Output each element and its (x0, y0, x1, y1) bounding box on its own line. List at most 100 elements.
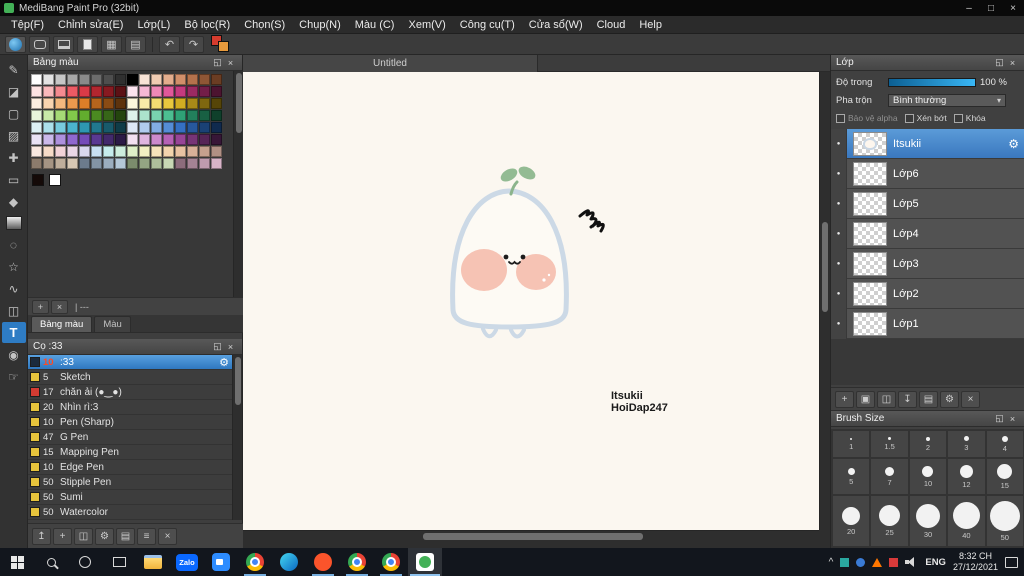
menu-item[interactable]: Cửa sổ(W) (522, 19, 590, 31)
color-swatch[interactable] (103, 122, 114, 133)
color-swatch[interactable] (103, 98, 114, 109)
color-swatch[interactable] (103, 74, 114, 85)
taskbar-medibang[interactable] (408, 548, 442, 576)
color-swatch[interactable] (199, 74, 210, 85)
eyedropper-tool[interactable]: ◉ (2, 344, 26, 365)
select-rect-tool[interactable]: ▢ (2, 103, 26, 124)
close-button[interactable]: × (1002, 0, 1024, 16)
layer-visibility-icon[interactable]: ● (831, 159, 847, 189)
color-swatch[interactable] (31, 134, 42, 145)
color-swatch[interactable] (67, 146, 78, 157)
color-swatch[interactable] (127, 146, 138, 157)
taskbar-edge[interactable] (272, 548, 306, 576)
menu-item[interactable]: Bộ lọc(R) (177, 19, 237, 31)
opacity-slider[interactable] (888, 78, 976, 87)
taskbar-brave[interactable] (306, 548, 340, 576)
upload-brush-icon[interactable]: ↥ (32, 528, 51, 545)
color-swatch[interactable] (67, 122, 78, 133)
color-swatch[interactable] (31, 146, 42, 157)
tray-chevron-up-icon[interactable]: ^ (829, 557, 834, 568)
color-swatch[interactable] (211, 158, 222, 169)
color-swatch[interactable] (103, 110, 114, 121)
brush-item[interactable]: 50Sumi (28, 490, 233, 505)
vlc-icon[interactable] (872, 558, 882, 567)
color-swatch[interactable] (79, 122, 90, 133)
color-swatch[interactable] (163, 122, 174, 133)
magic-wand-tool[interactable]: ☆ (2, 256, 26, 277)
color-swatch[interactable] (43, 134, 54, 145)
color-swatch[interactable] (103, 86, 114, 97)
chat-bubble-icon[interactable] (29, 36, 50, 53)
color-swatch[interactable] (79, 134, 90, 145)
color-swatch[interactable] (175, 110, 186, 121)
color-swatch[interactable] (139, 134, 150, 145)
layer-settings-icon[interactable]: ⚙ (940, 391, 959, 408)
color-swatch[interactable] (103, 134, 114, 145)
brush-size-option[interactable]: 15 (987, 459, 1023, 494)
color-swatch[interactable] (211, 98, 222, 109)
color-swatch[interactable] (175, 134, 186, 145)
taskbar-chrome-3[interactable] (374, 548, 408, 576)
brush-settings-icon[interactable]: ⚙ (95, 528, 114, 545)
color-wheel-icon[interactable] (5, 36, 26, 53)
bg-color-swatch[interactable] (218, 41, 229, 52)
text-tool[interactable]: T (2, 322, 26, 343)
color-swatch[interactable] (43, 158, 54, 169)
color-swatch[interactable] (31, 158, 42, 169)
color-swatch[interactable] (151, 74, 162, 85)
color-swatch[interactable] (187, 146, 198, 157)
close-panel-icon[interactable]: × (1006, 414, 1019, 424)
color-swatch[interactable] (31, 98, 42, 109)
color-swatch[interactable] (91, 122, 102, 133)
color-swatch[interactable] (187, 158, 198, 169)
color-swatch[interactable] (187, 98, 198, 109)
color-swatch[interactable] (103, 158, 114, 169)
popout-icon[interactable]: ◱ (993, 57, 1006, 68)
taskbar-chrome-2[interactable] (340, 548, 374, 576)
brush-size-option[interactable]: 25 (871, 496, 907, 546)
layer-folder-icon[interactable]: ▤ (919, 391, 938, 408)
shape-brush-tool[interactable]: ▭ (2, 169, 26, 190)
new-layer-icon[interactable]: + (835, 391, 854, 408)
color-swatch[interactable] (43, 110, 54, 121)
color-swatch[interactable] (67, 74, 78, 85)
brush-size-option[interactable]: 10 (910, 459, 946, 494)
color-swatch[interactable] (79, 158, 90, 169)
color-swatch[interactable] (67, 110, 78, 121)
color-swatch[interactable] (91, 110, 102, 121)
brush-size-option[interactable]: 7 (871, 459, 907, 494)
color-swatch[interactable] (175, 158, 186, 169)
color-swatch[interactable] (79, 110, 90, 121)
color-swatch[interactable] (127, 134, 138, 145)
color-swatch[interactable] (43, 86, 54, 97)
add-brush-icon[interactable]: + (53, 528, 72, 545)
canvas-page[interactable]: Itsukii HoiDap247 (243, 72, 819, 530)
color-swatch[interactable] (187, 110, 198, 121)
new-folder-icon[interactable]: ▣ (856, 391, 875, 408)
brush-folder-icon[interactable]: ▤ (116, 528, 135, 545)
color-swatch[interactable] (127, 122, 138, 133)
color-swatch[interactable] (55, 74, 66, 85)
language-indicator[interactable]: ENG (925, 557, 946, 568)
taskbar-zalo[interactable]: Zalo (170, 548, 204, 576)
color-swatch[interactable] (211, 134, 222, 145)
palette-tab[interactable]: Bảng màu (31, 316, 92, 332)
layer-visibility-icon[interactable]: ● (831, 279, 847, 309)
blend-mode-select[interactable]: Bình thường ▾ (888, 94, 1006, 107)
color-swatch[interactable] (115, 146, 126, 157)
color-swatch[interactable] (163, 158, 174, 169)
color-swatch[interactable] (199, 134, 210, 145)
color-swatch[interactable] (151, 86, 162, 97)
color-swatch[interactable] (55, 158, 66, 169)
color-swatch[interactable] (43, 74, 54, 85)
layer-row[interactable]: ●Lớp5 (831, 189, 1024, 219)
color-swatch[interactable] (151, 110, 162, 121)
color-swatch[interactable] (67, 98, 78, 109)
color-swatch[interactable] (55, 146, 66, 157)
color-swatch[interactable] (55, 98, 66, 109)
redo-button[interactable]: ↷ (183, 36, 204, 53)
color-swatch[interactable] (43, 146, 54, 157)
color-swatch[interactable] (151, 158, 162, 169)
brush-item[interactable]: 10:33⚙ (28, 355, 233, 370)
color-swatch[interactable] (139, 74, 150, 85)
